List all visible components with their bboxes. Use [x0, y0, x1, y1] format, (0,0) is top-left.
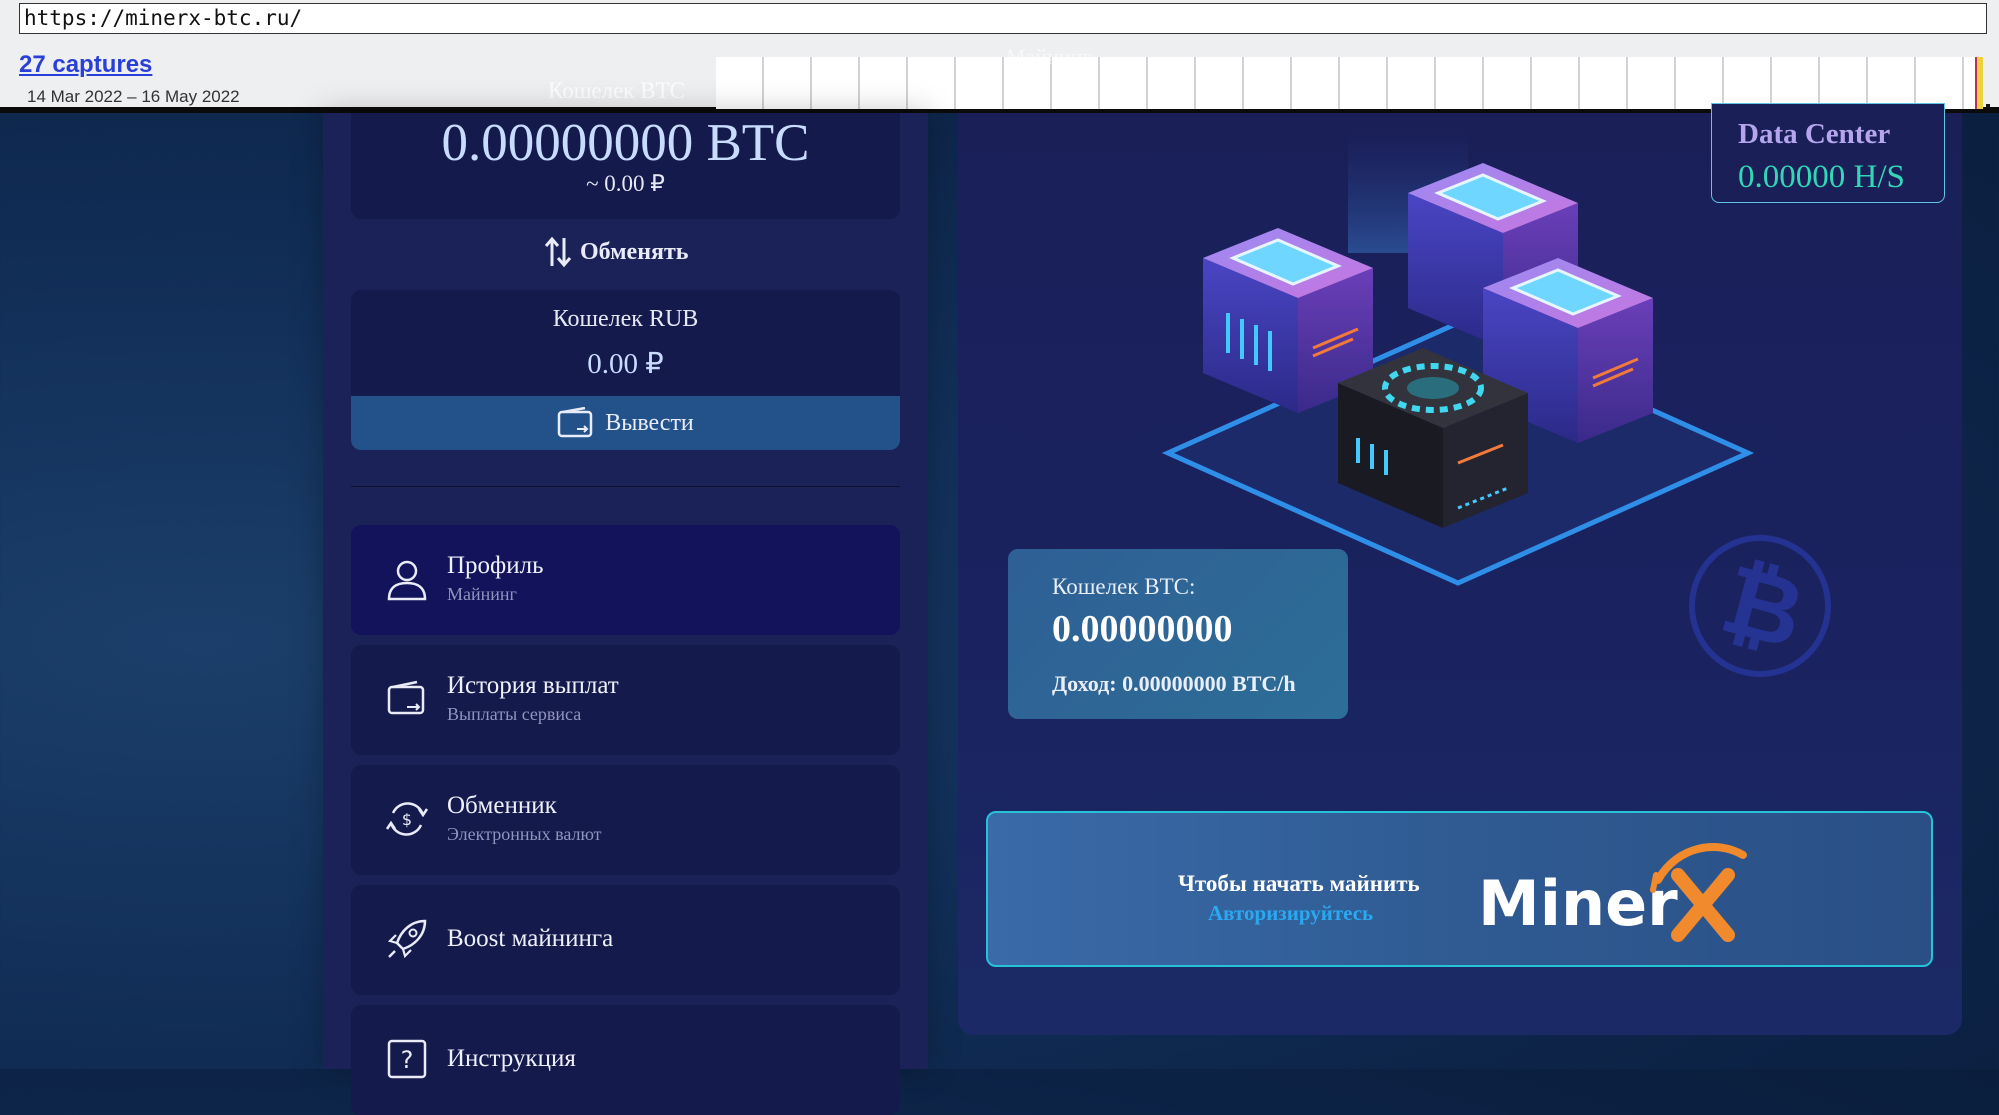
swap-arrows-icon [544, 236, 572, 268]
auth-prompt-text: Чтобы начать майнить [1178, 871, 1420, 896]
wallet-icon [387, 680, 425, 715]
menu-item-boost[interactable]: Boost майнинга [351, 885, 900, 995]
hash-rate: 0.00000 H/S [1738, 159, 1905, 195]
menu-item-title: Профиль [447, 552, 544, 579]
btc-balance: 0.00000000 BTC [441, 114, 810, 172]
btc-wallet-label: Кошелек BTC: [1052, 574, 1196, 599]
sidebar: 0.00000000 BTC ~ 0.00 ₽ Обменять Кошелек… [323, 113, 928, 1115]
page-heading-ghost: Майнинг [1006, 44, 1092, 69]
withdraw-button[interactable]: Вывести [351, 396, 900, 450]
rub-wallet-title: Кошелек RUB [552, 306, 699, 332]
menu-item-subtitle: Майнинг [447, 584, 517, 604]
svg-text:₿: ₿ [1711, 543, 1816, 671]
data-center-servers-illustration [1161, 133, 1755, 586]
svg-text:$: $ [402, 810, 412, 829]
bitcoin-icon: ₿ [1689, 535, 1831, 677]
svg-text:?: ? [401, 1046, 414, 1074]
btc-income-rate: Доход: 0.00000000 BTC/h [1052, 671, 1296, 696]
wayback-toolbar: https://minerx-btc.ru/ 27 captures 14 Ma… [0, 0, 1999, 113]
menu-item-exchanger[interactable]: $ Обменник Электронных валют [351, 765, 900, 875]
menu-item-title: История выплат [447, 672, 619, 699]
btc-balance-card: 0.00000000 BTC ~ 0.00 ₽ [351, 113, 900, 219]
menu-item-instructions[interactable]: ? Инструкция [351, 1005, 900, 1115]
question-icon: ? [387, 1039, 427, 1079]
currency-exchange-icon: $ [385, 802, 429, 836]
btc-wallet-box: Кошелек BTC: 0.00000000 Доход: 0.0000000… [1008, 549, 1348, 719]
exchange-button[interactable]: Обменять [544, 234, 688, 270]
btc-wallet-title-ghost: Кошелек BTC [548, 78, 685, 103]
sidebar-divider [351, 486, 900, 487]
auth-prompt-box: Чтобы начать майнить Авторизируйтесь Min… [986, 811, 1933, 967]
captures-date-range: 14 Mar 2022 – 16 May 2022 [27, 87, 240, 106]
svg-text:Miner: Miner [1478, 867, 1678, 940]
menu-item-title: Boost майнинга [447, 925, 614, 952]
user-icon [387, 560, 427, 601]
captures-link[interactable]: 27 captures [19, 51, 152, 79]
rocket-icon [387, 919, 427, 959]
minerx-logo: Miner [1478, 843, 1747, 942]
btc-wallet-value: 0.00000000 [1052, 608, 1233, 650]
url-input[interactable]: https://minerx-btc.ru/ [19, 3, 1987, 34]
rub-balance: 0.00 ₽ [587, 348, 664, 380]
rub-wallet-card: Кошелек RUB 0.00 ₽ Вывести [351, 290, 900, 450]
menu-item-title: Обменник [447, 792, 557, 819]
wallet-icon [557, 407, 593, 438]
btc-rub-equivalent: ~ 0.00 ₽ [586, 171, 665, 196]
timeline-current-marker[interactable] [1975, 57, 1983, 109]
main-panel: Data Center 0.00000 H/S ₿ Кошелек BTC: 0… [958, 103, 1962, 1035]
data-center-title: Data Center [1738, 118, 1891, 150]
capture-timeline[interactable] [716, 57, 1979, 109]
withdraw-label: Вывести [605, 409, 694, 436]
timeline-dot [1986, 104, 1990, 108]
exchange-label: Обменять [580, 238, 689, 265]
menu-item-profile[interactable]: Профиль Майнинг [351, 525, 900, 635]
menu-item-payout-history[interactable]: История выплат Выплаты сервиса [351, 645, 900, 755]
login-link[interactable]: Авторизируйтесь [1208, 901, 1373, 926]
menu-item-subtitle: Электронных валют [447, 824, 602, 844]
menu-item-subtitle: Выплаты сервиса [447, 704, 582, 724]
